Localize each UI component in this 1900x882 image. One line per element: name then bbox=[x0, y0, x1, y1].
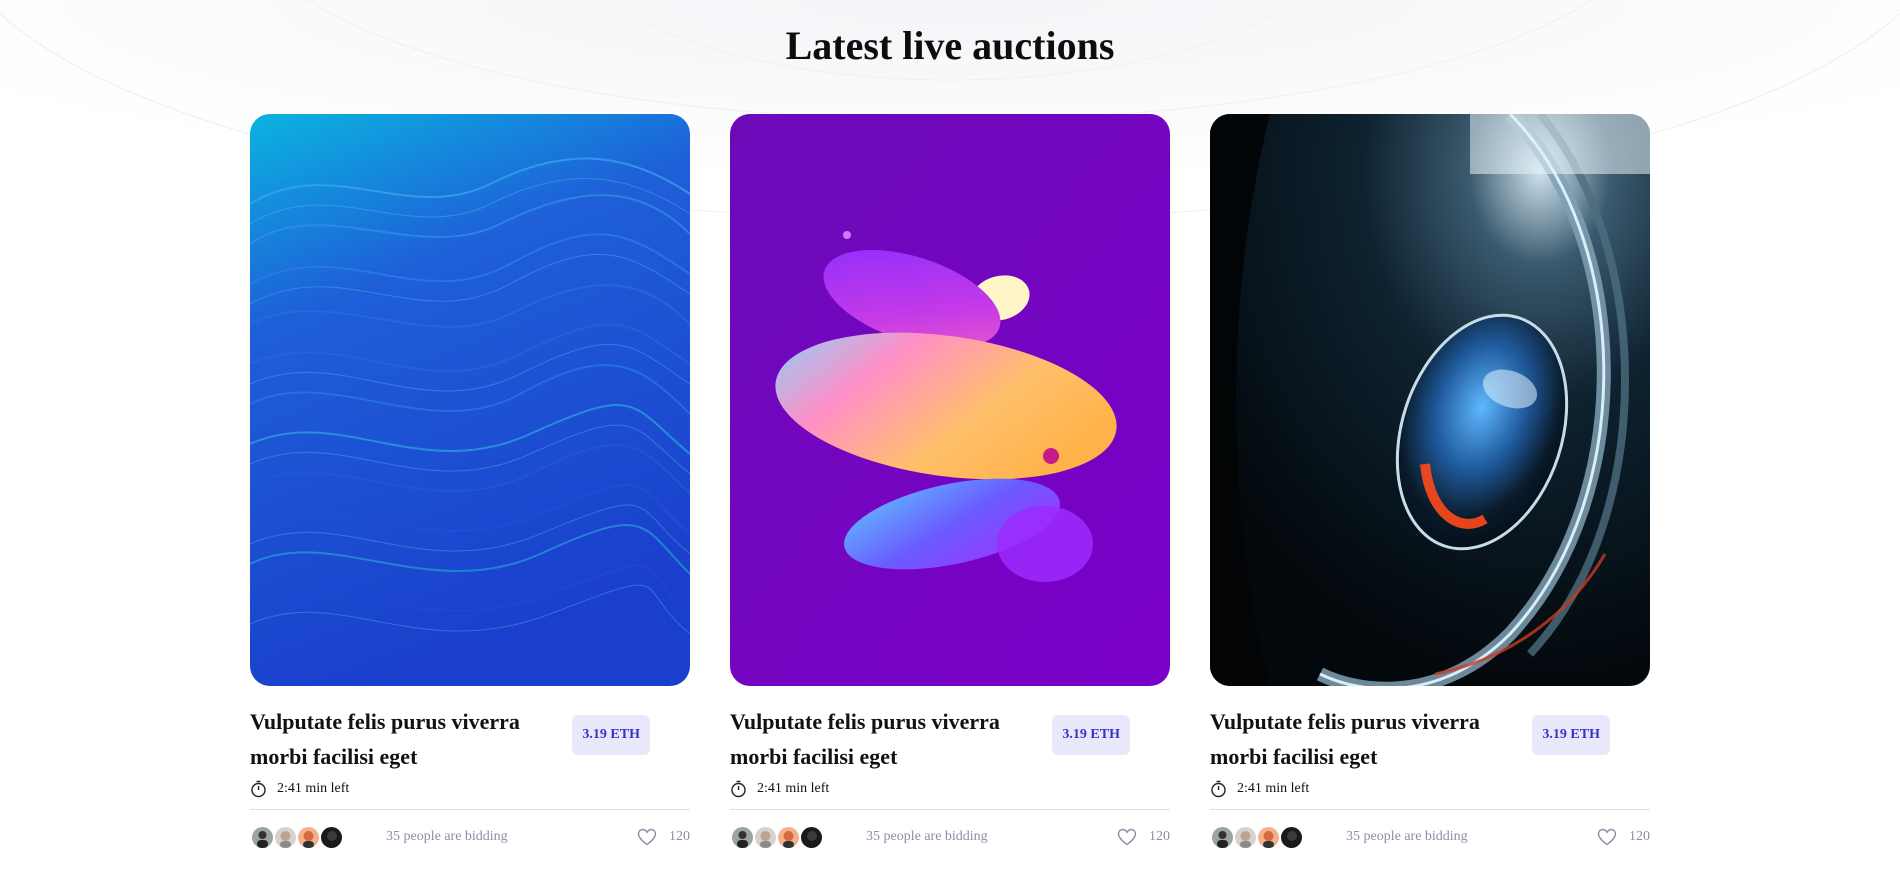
divider bbox=[250, 809, 690, 810]
card-title[interactable]: Vulputate felis purus viverra morbi faci… bbox=[250, 704, 540, 774]
card-title[interactable]: Vulputate felis purus viverra morbi faci… bbox=[730, 704, 1020, 774]
card-title[interactable]: Vulputate felis purus viverra morbi faci… bbox=[1210, 704, 1500, 774]
likes-count: 120 bbox=[1629, 829, 1650, 844]
divider bbox=[1210, 809, 1650, 810]
likes-count: 120 bbox=[1149, 829, 1170, 844]
price-badge: 3.19 ETH bbox=[1052, 715, 1130, 755]
auction-cards: Vulputate felis purus viverra morbi faci… bbox=[250, 114, 1650, 851]
artwork-image[interactable] bbox=[1210, 114, 1650, 686]
heart-icon[interactable] bbox=[1117, 828, 1137, 846]
avatar[interactable] bbox=[319, 824, 344, 850]
bidder-avatars[interactable] bbox=[1210, 824, 1346, 850]
bidders-count: 35 people are bidding bbox=[1346, 829, 1468, 844]
likes-count: 120 bbox=[669, 829, 690, 844]
stopwatch-icon bbox=[731, 780, 746, 798]
bidder-avatars[interactable] bbox=[730, 824, 866, 850]
avatar[interactable] bbox=[1256, 824, 1281, 850]
artwork-image[interactable] bbox=[730, 114, 1170, 686]
like-button[interactable]: 120 bbox=[1597, 828, 1650, 846]
heart-icon[interactable] bbox=[637, 828, 657, 846]
avatar[interactable] bbox=[1210, 824, 1235, 850]
bidder-avatars[interactable] bbox=[250, 824, 386, 850]
auction-card[interactable]: Vulputate felis purus viverra morbi faci… bbox=[250, 114, 690, 851]
time-left: 2:41 min left bbox=[730, 780, 1170, 798]
avatar[interactable] bbox=[1279, 824, 1304, 850]
time-left-label: 2:41 min left bbox=[277, 781, 350, 796]
artwork-image[interactable] bbox=[250, 114, 690, 686]
avatar[interactable] bbox=[799, 824, 824, 850]
time-left: 2:41 min left bbox=[250, 780, 690, 798]
time-left: 2:41 min left bbox=[1210, 780, 1650, 798]
auction-card[interactable]: Vulputate felis purus viverra morbi faci… bbox=[730, 114, 1170, 851]
stopwatch-icon bbox=[1211, 780, 1226, 798]
time-left-label: 2:41 min left bbox=[757, 781, 830, 796]
price-badge: 3.19 ETH bbox=[572, 715, 650, 755]
avatar[interactable] bbox=[730, 824, 755, 850]
like-button[interactable]: 120 bbox=[1117, 828, 1170, 846]
avatar[interactable] bbox=[753, 824, 778, 850]
stopwatch-icon bbox=[251, 780, 266, 798]
price-badge: 3.19 ETH bbox=[1532, 715, 1610, 755]
section-title: Latest live auctions bbox=[785, 23, 1115, 68]
avatar[interactable] bbox=[296, 824, 321, 850]
auction-card[interactable]: Vulputate felis purus viverra morbi faci… bbox=[1210, 114, 1650, 851]
avatar[interactable] bbox=[776, 824, 801, 850]
bidders-count: 35 people are bidding bbox=[866, 829, 988, 844]
avatar[interactable] bbox=[273, 824, 298, 850]
avatar[interactable] bbox=[250, 824, 275, 850]
heart-icon[interactable] bbox=[1597, 828, 1617, 846]
time-left-label: 2:41 min left bbox=[1237, 781, 1310, 796]
bidders-count: 35 people are bidding bbox=[386, 829, 508, 844]
divider bbox=[730, 809, 1170, 810]
like-button[interactable]: 120 bbox=[637, 828, 690, 846]
avatar[interactable] bbox=[1233, 824, 1258, 850]
